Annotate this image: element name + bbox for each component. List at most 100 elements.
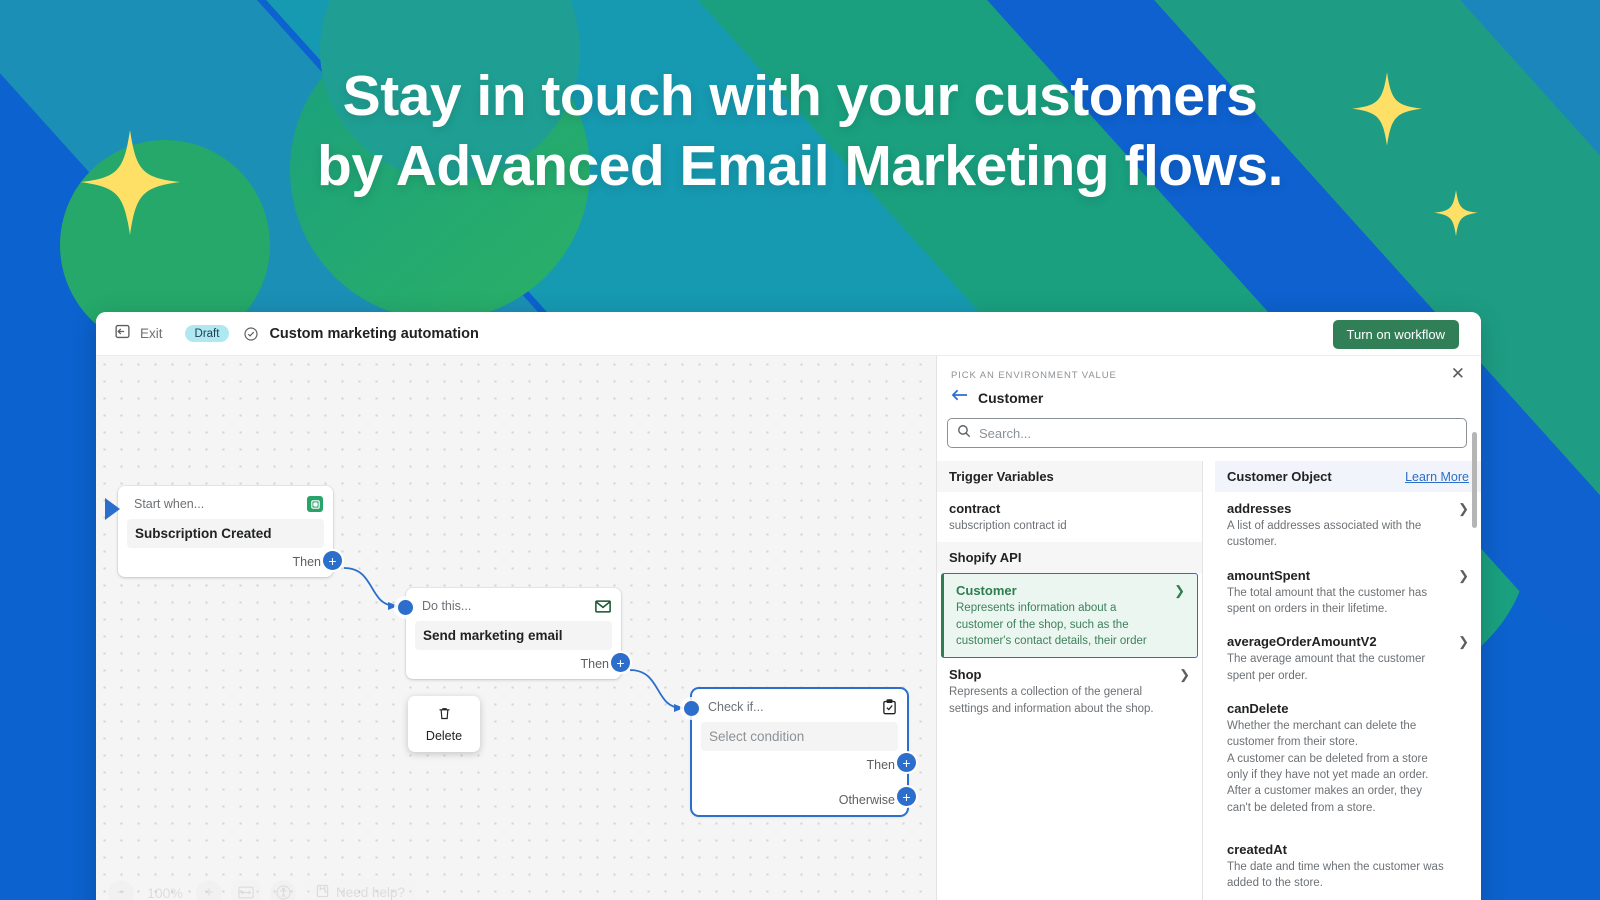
exit-button[interactable]: Exit [114, 323, 163, 345]
field-row-addresses[interactable]: addresses A list of addresses associated… [1215, 492, 1481, 559]
list-item[interactable]: contract subscription contract id [937, 492, 1202, 542]
chevron-right-icon: ❯ [1174, 583, 1185, 599]
chevron-right-icon: ❯ [1458, 501, 1469, 516]
add-step-button[interactable]: + [611, 653, 630, 672]
node-then-label: Then [292, 555, 322, 569]
panel-title: Customer [978, 389, 1044, 406]
help-book-icon [316, 884, 329, 900]
field-name: addresses [1227, 501, 1292, 516]
field-name: canDelete [1227, 700, 1289, 716]
customer-object-column[interactable]: Customer Object Learn More addresses A l… [1203, 461, 1481, 900]
environment-sources-column[interactable]: Trigger Variables contract subscription … [937, 461, 1203, 900]
node-footer-otherwise: Otherwise [692, 780, 907, 815]
flow-node-action[interactable]: Do this... Send marketing email Then + [398, 588, 630, 679]
field-desc: The date and time when the customer was … [1227, 860, 1444, 890]
workspace: Start when... Subscription Created Then … [96, 356, 1481, 900]
node-then-label: Then [866, 758, 896, 772]
need-help-label: Need help? [336, 885, 406, 900]
panel-header: PICK AN ENVIRONMENT VALUE Customer ✕ [937, 356, 1481, 407]
node-footer-then: Then [692, 751, 907, 780]
node-value[interactable]: Subscription Created [127, 519, 324, 548]
add-step-button[interactable]: + [323, 551, 342, 570]
zoom-in-button[interactable]: + [196, 879, 222, 900]
app-window: Exit Draft Custom marketing automation T… [96, 312, 1481, 900]
envelope-icon [595, 598, 611, 614]
panel-eyebrow-label: PICK AN ENVIRONMENT VALUE [951, 370, 1117, 381]
field-row-amountspent[interactable]: amountSpent The total amount that the cu… [1215, 559, 1481, 626]
node-then-label: Then [580, 657, 610, 671]
node-footer: Then [118, 548, 333, 577]
add-step-then-button[interactable]: + [897, 753, 916, 772]
entry-name: Shop [949, 667, 982, 683]
field-name: averageOrderAmountV2 [1227, 634, 1377, 650]
section-heading-customer-object: Customer Object Learn More [1215, 461, 1481, 492]
add-step-otherwise-button[interactable]: + [897, 787, 916, 806]
flow-node-condition[interactable]: Check if... Select condition Then + Othe… [684, 689, 916, 815]
start-arrow-icon [105, 498, 120, 520]
entry-name: Customer [956, 583, 1017, 599]
clipboard-check-icon [881, 699, 897, 715]
entry-desc: Represents a collection of the general s… [949, 686, 1154, 715]
exit-label: Exit [140, 326, 163, 341]
field-row-createdat[interactable]: createdAt The date and time when the cus… [1215, 824, 1481, 900]
search-icon [957, 424, 971, 443]
delete-label: Delete [425, 729, 463, 743]
delete-popover[interactable]: Delete [408, 696, 480, 752]
customer-object-label: Customer Object [1227, 469, 1332, 484]
field-row-candelete[interactable]: canDelete Whether the merchant can delet… [1215, 692, 1481, 824]
chevron-right-icon: ❯ [1458, 567, 1469, 583]
node-condition-select[interactable]: Select condition [701, 722, 898, 751]
accessibility-icon[interactable] [270, 879, 296, 900]
field-desc: Whether the merchant can delete the cust… [1227, 719, 1429, 814]
field-desc: A list of addresses associated with the … [1227, 520, 1422, 549]
exit-icon [114, 323, 131, 345]
section-heading-trigger-variables: Trigger Variables [937, 461, 1202, 492]
app-topbar: Exit Draft Custom marketing automation T… [96, 312, 1481, 356]
fit-to-screen-icon[interactable] [231, 879, 261, 900]
turn-on-workflow-button[interactable]: Turn on workflow [1332, 320, 1459, 349]
node-input-port [398, 600, 413, 615]
entry-name: contract [949, 501, 1001, 516]
field-name: createdAt [1227, 841, 1287, 857]
search-field[interactable] [947, 418, 1467, 448]
node-header: Start when... [118, 486, 333, 519]
node-header-label: Check if... [708, 700, 764, 714]
environment-value-panel: PICK AN ENVIRONMENT VALUE Customer ✕ Sea… [936, 356, 1481, 900]
page-title: Custom marketing automation [269, 325, 479, 342]
node-header-label: Start when... [134, 497, 205, 511]
arrow-left-icon[interactable] [951, 388, 968, 407]
chevron-right-icon: ❯ [1458, 634, 1469, 650]
node-header-label: Do this... [422, 599, 472, 613]
headline-line-1: Stay in touch with your customers [342, 64, 1258, 128]
panel-scrollbar-thumb[interactable] [1472, 432, 1477, 528]
node-input-port [684, 701, 699, 716]
canvas-toolbar[interactable]: − 100% + Need help? [108, 879, 417, 900]
need-help-button[interactable]: Need help? [305, 879, 417, 900]
learn-more-link[interactable]: Learn More [1405, 470, 1469, 484]
entry-desc: subscription contract id [949, 520, 1067, 532]
node-header: Check if... [692, 689, 907, 722]
section-heading-shopify-api: Shopify API [937, 542, 1202, 574]
search-input[interactable] [979, 425, 1457, 441]
field-desc: The average amount that the customer spe… [1227, 653, 1426, 682]
node-otherwise-label: Otherwise [838, 793, 895, 807]
saved-check-icon [243, 326, 259, 342]
zoom-out-button[interactable]: − [108, 879, 134, 900]
close-icon[interactable]: ✕ [1447, 361, 1469, 386]
banner-headline: Stay in touch with your customers by Adv… [0, 62, 1600, 201]
panel-columns: Trigger Variables contract subscription … [937, 432, 1481, 900]
node-value[interactable]: Send marketing email [415, 621, 612, 650]
field-row-averageorderamountv2[interactable]: averageOrderAmountV2 The average amount … [1215, 625, 1481, 692]
zoom-level-label: 100% [147, 884, 183, 900]
entry-desc: Represents information about a customer … [956, 602, 1147, 647]
flow-node-trigger[interactable]: Start when... Subscription Created Then … [105, 486, 342, 577]
trigger-icon [307, 496, 323, 512]
node-header: Do this... [406, 588, 621, 621]
field-name: amountSpent [1227, 567, 1311, 583]
headline-line-2: by Advanced Email Marketing flows. [317, 133, 1283, 198]
list-item-shop[interactable]: Shop Represents a collection of the gene… [937, 658, 1202, 725]
flow-canvas[interactable]: Start when... Subscription Created Then … [96, 356, 936, 900]
panel-scrollbar[interactable] [1472, 432, 1477, 900]
node-footer: Then [406, 650, 621, 679]
list-item-customer[interactable]: Customer Represents information about a … [941, 573, 1198, 659]
